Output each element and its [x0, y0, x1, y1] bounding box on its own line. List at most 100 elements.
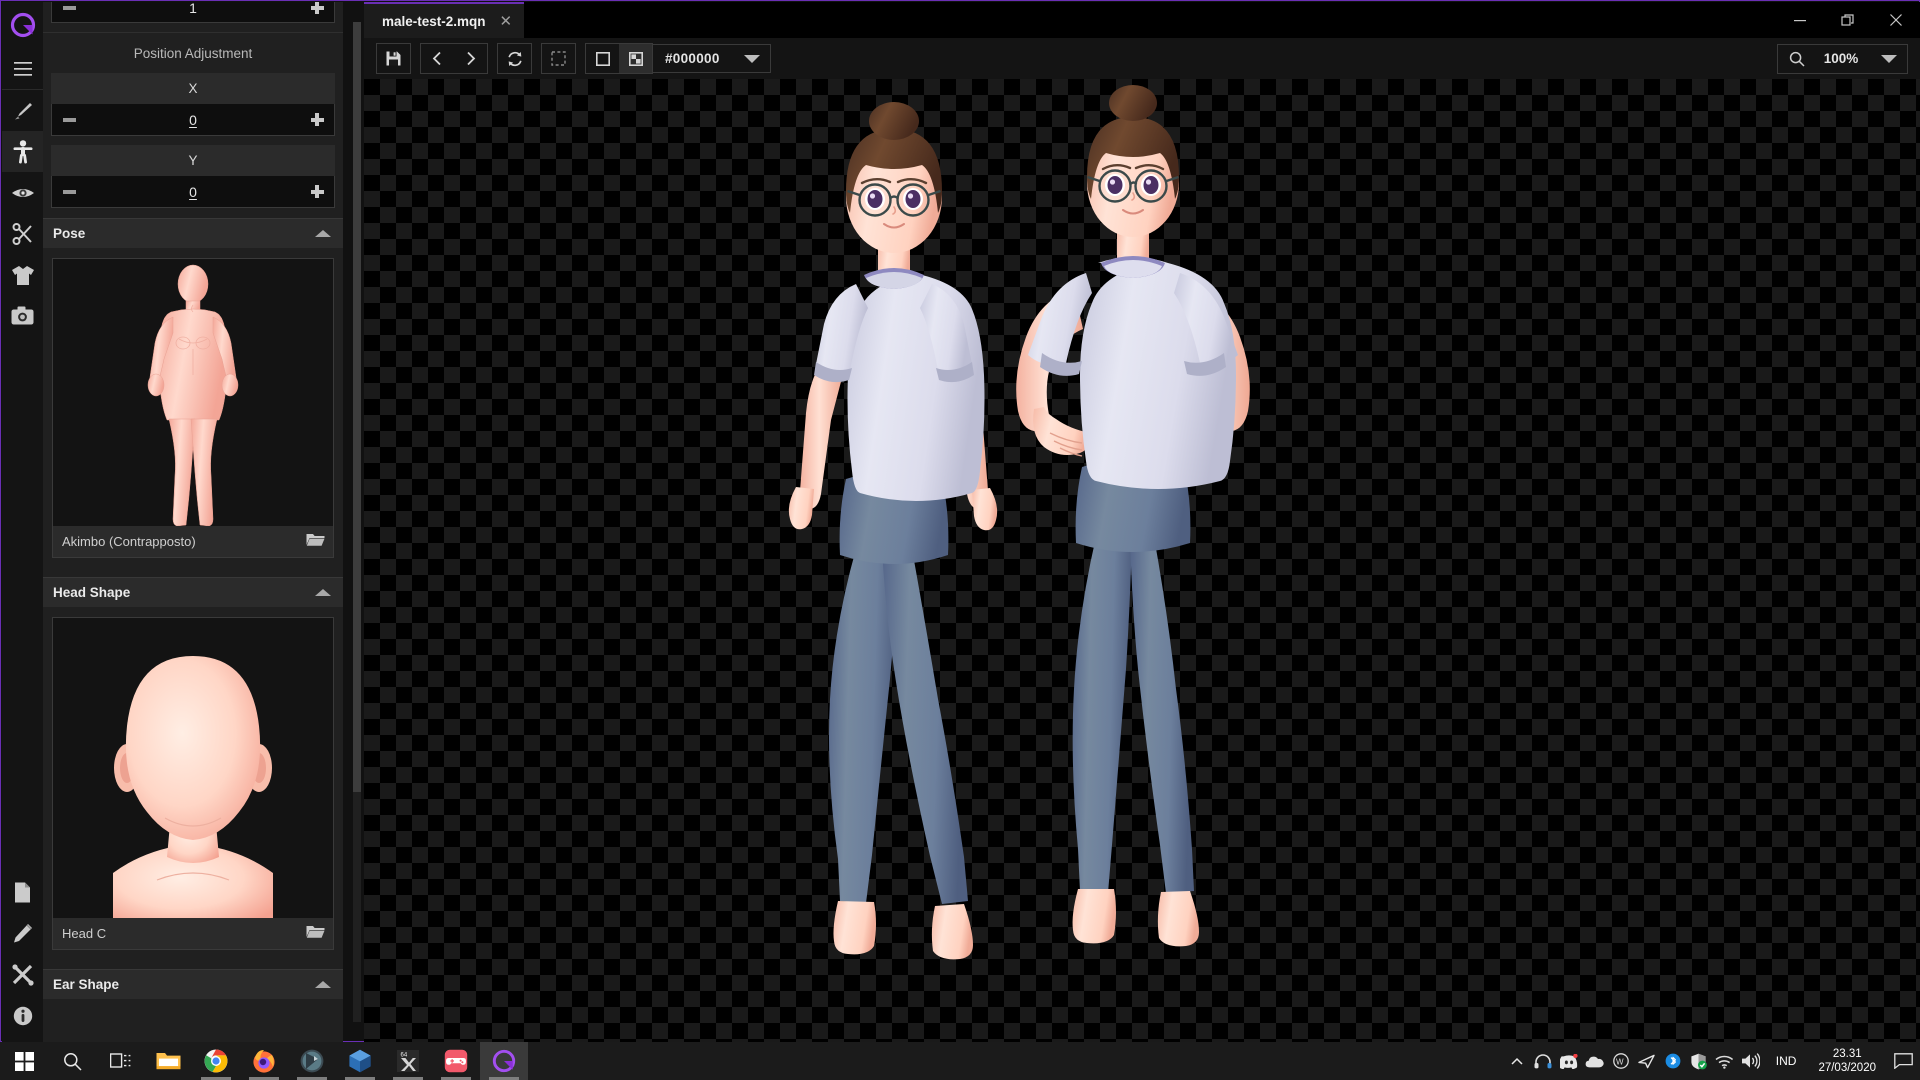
- title-bar: male-test-2.mqn ✕: [364, 2, 1920, 38]
- taskbar-clock[interactable]: 23.31 27/03/2020: [1808, 1047, 1886, 1075]
- save-button[interactable]: [377, 44, 410, 73]
- app-logo: [2, 2, 43, 48]
- refresh-button[interactable]: [498, 44, 531, 73]
- tray-w-app[interactable]: W: [1608, 1042, 1634, 1080]
- sidebar-item-brush[interactable]: [2, 90, 43, 131]
- next-button[interactable]: [454, 44, 487, 73]
- scrollbar-thumb[interactable]: [353, 22, 361, 792]
- notification-center-button[interactable]: [1886, 1042, 1920, 1080]
- x-value[interactable]: 0: [86, 112, 300, 128]
- section-head-shape-title: Head Shape: [53, 585, 131, 600]
- top-spinner-increment[interactable]: [300, 2, 334, 22]
- marquee-select-button[interactable]: [542, 44, 575, 73]
- search-icon: [63, 1052, 82, 1071]
- background-mode-group: [585, 43, 653, 74]
- head-shape-thumbnail-card[interactable]: Head C: [52, 617, 334, 950]
- window-minimize-button[interactable]: [1776, 2, 1824, 38]
- close-icon: [1890, 14, 1902, 26]
- properties-scrollbar[interactable]: [353, 22, 361, 1022]
- chevron-up-icon[interactable]: [315, 589, 331, 596]
- sidebar-item-body[interactable]: [2, 131, 43, 172]
- pose-mannequin-illustration: [147, 264, 239, 526]
- tab-close-icon[interactable]: ✕: [500, 14, 513, 29]
- taskbar-app-blender[interactable]: [336, 1042, 384, 1080]
- chevron-up-icon[interactable]: [315, 230, 331, 237]
- task-view-button[interactable]: [96, 1042, 144, 1080]
- x-increment-button[interactable]: [300, 105, 334, 134]
- taskbar-app-file-explorer[interactable]: [144, 1042, 192, 1080]
- sidebar-item-hair[interactable]: [2, 213, 43, 254]
- tray-bluetooth[interactable]: [1660, 1042, 1686, 1080]
- head-shape-item-row[interactable]: Head C: [53, 918, 333, 949]
- sidebar-item-document[interactable]: [2, 872, 43, 913]
- tray-wifi[interactable]: [1712, 1042, 1738, 1080]
- field-label-x: X: [51, 73, 335, 104]
- y-value[interactable]: 0: [86, 184, 300, 200]
- tab-male-test-2[interactable]: male-test-2.mqn ✕: [364, 2, 525, 38]
- left-leg: [1072, 537, 1132, 893]
- taskbar-app-game[interactable]: [432, 1042, 480, 1080]
- checker-background-button[interactable]: [619, 44, 652, 73]
- x64-app-icon: 64: [397, 1050, 419, 1072]
- chevron-down-icon[interactable]: [744, 54, 760, 63]
- sidebar-item-edit[interactable]: [2, 913, 43, 954]
- zoom-control[interactable]: 100%: [1777, 43, 1908, 74]
- section-head-shape-header[interactable]: Head Shape: [43, 577, 343, 607]
- tray-airplane[interactable]: [1634, 1042, 1660, 1080]
- window-close-button[interactable]: [1872, 2, 1920, 38]
- top-spinner-decrement[interactable]: [52, 2, 86, 22]
- taskbar-app-q-mannequin[interactable]: [480, 1042, 528, 1080]
- head-shape-folder-button[interactable]: [306, 924, 325, 944]
- taskbar-language-indicator[interactable]: IND: [1764, 1054, 1809, 1068]
- taskbar-app-x64[interactable]: 64: [384, 1042, 432, 1080]
- tray-onedrive[interactable]: [1582, 1042, 1608, 1080]
- y-decrement-button[interactable]: [52, 177, 86, 206]
- sidebar-item-info[interactable]: [2, 995, 43, 1036]
- plane-icon: [1638, 1054, 1655, 1068]
- pose-item-row[interactable]: Akimbo (Contrapposto): [53, 526, 333, 557]
- taskbar-date: 27/03/2020: [1818, 1062, 1876, 1074]
- y-increment-button[interactable]: [300, 177, 334, 206]
- tray-windows-defender[interactable]: [1686, 1042, 1712, 1080]
- chevron-up-icon[interactable]: [315, 981, 331, 988]
- chevron-down-icon[interactable]: [1881, 54, 1897, 63]
- sidebar-item-menu[interactable]: [2, 48, 43, 89]
- pose-folder-button[interactable]: [306, 532, 325, 552]
- taskbar-app-firefox[interactable]: [240, 1042, 288, 1080]
- solid-background-button[interactable]: [586, 44, 619, 73]
- wifi-icon: [1715, 1055, 1734, 1069]
- background-color-picker[interactable]: #000000: [653, 44, 771, 73]
- sidebar-item-clothing[interactable]: [2, 254, 43, 295]
- tray-volume[interactable]: [1738, 1042, 1764, 1080]
- window-restore-button[interactable]: [1824, 2, 1872, 38]
- x-spinner[interactable]: 0: [51, 104, 335, 136]
- sidebar-item-camera[interactable]: [2, 295, 43, 336]
- sidebar-item-eye[interactable]: [2, 172, 43, 213]
- windows-start-icon: [14, 1051, 34, 1071]
- taskbar-app-google-chrome[interactable]: [192, 1042, 240, 1080]
- taskbar-app-opera[interactable]: [288, 1042, 336, 1080]
- start-button[interactable]: [0, 1042, 48, 1080]
- tray-headphones[interactable]: [1530, 1042, 1556, 1080]
- w-app-icon: W: [1612, 1053, 1629, 1069]
- q-app-icon: [492, 1049, 516, 1073]
- x-decrement-button[interactable]: [52, 105, 86, 134]
- tray-discord[interactable]: [1556, 1042, 1582, 1080]
- canvas-toolbar: #000000 100%: [364, 38, 1920, 79]
- bluetooth-icon: [1665, 1053, 1681, 1069]
- zoom-value: 100%: [1823, 51, 1859, 66]
- position-adjustment-title: Position Adjustment: [133, 46, 253, 61]
- document-icon: [15, 882, 30, 903]
- tray-show-hidden-button[interactable]: [1504, 1042, 1530, 1080]
- file-explorer-icon: [156, 1053, 180, 1070]
- section-pose-header[interactable]: Pose: [43, 218, 343, 248]
- sidebar-item-tools[interactable]: [2, 954, 43, 995]
- top-spinner[interactable]: 1: [51, 2, 335, 23]
- refresh-group: [497, 43, 532, 74]
- pose-thumbnail-card[interactable]: Akimbo (Contrapposto): [52, 258, 334, 558]
- y-spinner[interactable]: 0: [51, 176, 335, 208]
- model-canvas[interactable]: [364, 79, 1920, 1042]
- taskbar-search-button[interactable]: [48, 1042, 96, 1080]
- section-ear-shape-header[interactable]: Ear Shape: [43, 969, 343, 999]
- previous-button[interactable]: [421, 44, 454, 73]
